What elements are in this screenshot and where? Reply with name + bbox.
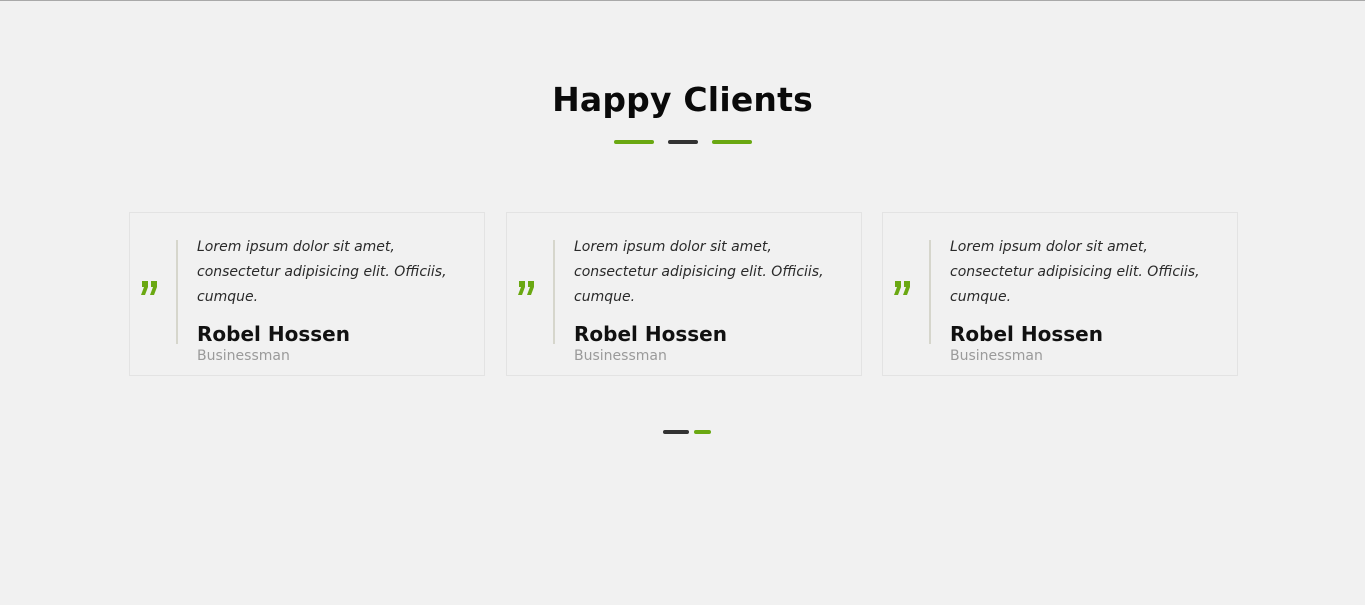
testimonial-quote: Lorem ipsum dolor sit amet, consectetur … [950,239,1200,305]
quote-icon [892,277,914,299]
section-title: Happy Clients [552,80,813,119]
testimonial-body: Lorem ipsum dolor sit amet, consectetur … [553,239,851,364]
testimonial-quote: Lorem ipsum dolor sit amet, consectetur … [574,239,824,305]
client-name: Robel Hossen [950,322,1103,346]
client-name: Robel Hossen [574,322,727,346]
testimonial-body: Lorem ipsum dolor sit amet, consectetur … [929,239,1227,364]
testimonial-body: Lorem ipsum dolor sit amet, consectetur … [176,239,474,364]
testimonial-card: Lorem ipsum dolor sit amet, consectetur … [129,212,485,376]
client-role: Businessman [197,348,290,364]
divider-dash-left [613,140,654,144]
title-divider [0,140,1365,144]
carousel-pagination [663,430,711,434]
client-role: Businessman [950,348,1043,364]
pagination-dot-2-active[interactable] [694,430,711,434]
pagination-dot-1[interactable] [663,430,689,434]
quote-icon [516,277,538,299]
testimonial-card: Lorem ipsum dolor sit amet, consectetur … [882,212,1238,376]
testimonial-card: Lorem ipsum dolor sit amet, consectetur … [506,212,862,376]
client-name: Robel Hossen [197,322,350,346]
divider-dash-center [667,140,698,144]
quote-icon [139,277,161,299]
top-border [0,0,1365,1]
divider-dash-right [711,140,752,144]
testimonial-quote: Lorem ipsum dolor sit amet, consectetur … [197,239,447,305]
client-role: Businessman [574,348,667,364]
